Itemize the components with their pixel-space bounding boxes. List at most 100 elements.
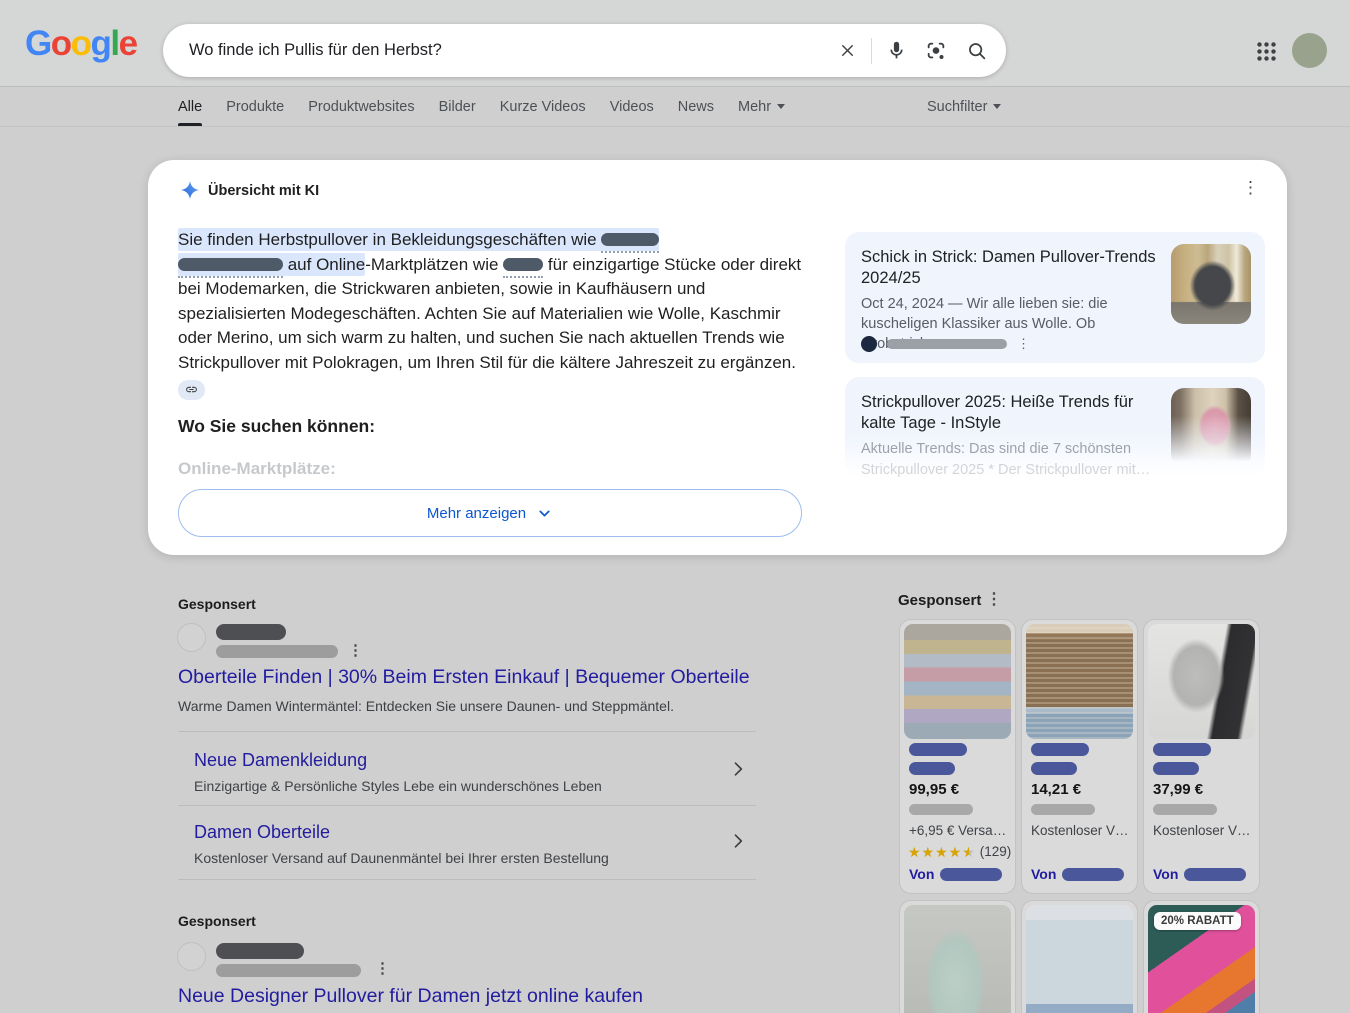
source-title[interactable]: Strickpullover 2025: Heiße Trends für ka…	[861, 392, 1161, 434]
product-vendor-row: Von	[1153, 866, 1246, 882]
ai-source-card[interactable]: Strickpullover 2025: Heiße Trends für ka…	[845, 377, 1265, 477]
redacted-merchant	[1031, 804, 1095, 815]
redacted-vendor	[940, 868, 1002, 881]
apps-grid-icon[interactable]	[1256, 41, 1277, 62]
advertiser-avatar	[177, 623, 206, 652]
product-rating: ★★★★★★★★★★ (129)	[908, 844, 1011, 859]
tab-bilder[interactable]: Bilder	[439, 87, 476, 126]
tab-mehr[interactable]: Mehr	[738, 87, 785, 126]
product-card[interactable]	[899, 900, 1016, 1013]
redacted-product-title	[1153, 762, 1199, 775]
sponsored-label: Gesponsert	[178, 913, 256, 929]
product-image	[904, 624, 1011, 739]
show-more-button[interactable]: Mehr anzeigen	[178, 489, 802, 537]
sitelink-description: Einzigartige & Persönliche Styles Lebe e…	[194, 778, 602, 794]
redacted-product-title	[1031, 743, 1089, 756]
product-image	[904, 905, 1011, 1013]
tab-label: Produktwebsites	[308, 99, 414, 115]
shipping-info: Kostenloser V…	[1153, 823, 1251, 838]
tab-videos[interactable]: Videos	[610, 87, 654, 126]
advertiser-avatar	[177, 942, 206, 971]
google-serp-page: Google Alle Produk	[0, 0, 1350, 1013]
tab-label: Bilder	[439, 99, 476, 115]
star-rating-icon: ★★★★★★★★★★	[908, 845, 976, 859]
logo-letter: o	[71, 26, 91, 61]
chevron-right-icon[interactable]	[728, 831, 748, 856]
tab-produktwebsites[interactable]: Produktwebsites	[308, 87, 414, 126]
product-price: 14,21 €	[1031, 781, 1081, 798]
more-options-icon[interactable]: ⋮	[986, 592, 1002, 608]
redacted-product-title	[1153, 743, 1211, 756]
lens-icon[interactable]	[916, 29, 956, 73]
redacted-advertiser-url	[216, 964, 361, 977]
logo-letter: g	[91, 26, 111, 61]
chevron-right-icon[interactable]	[728, 759, 748, 784]
ai-text-segment: auf Online	[283, 255, 365, 274]
more-options-icon[interactable]: ⋮	[1242, 178, 1259, 198]
ai-sparkle-icon	[180, 180, 200, 200]
tab-label: Produkte	[226, 99, 284, 115]
ai-source-card[interactable]: Schick in Strick: Damen Pullover-Trends …	[845, 232, 1265, 363]
divider	[178, 879, 756, 880]
source-link-icon[interactable]	[178, 380, 205, 400]
more-options-icon[interactable]: ⋮	[375, 961, 390, 976]
product-card[interactable]: 37,99 € Kostenloser V… Von	[1143, 619, 1260, 894]
ad-title-link[interactable]: Oberteile Finden | 30% Beim Ersten Einka…	[178, 666, 750, 689]
tab-news[interactable]: News	[678, 87, 714, 126]
highlighted-text[interactable]: auf Online	[178, 253, 365, 276]
source-favicon	[861, 336, 877, 352]
product-price: 99,95 €	[909, 781, 959, 798]
redacted-entity	[178, 255, 283, 278]
product-card[interactable]: 20% RABATT	[1143, 900, 1260, 1013]
redacted-advertiser-url	[216, 645, 338, 658]
source-snippet: Strickpullover 2025 * Der Strickpullover…	[861, 460, 1161, 480]
search-icon[interactable]	[956, 29, 996, 73]
ai-overview-paragraph: Sie finden Herbstpullover in Bekleidungs…	[178, 228, 803, 400]
from-label: Von	[1031, 866, 1056, 882]
redacted-vendor	[1184, 868, 1246, 881]
product-card[interactable]: 99,95 € +6,95 € Versa… ★★★★★★★★★★ (129) …	[899, 619, 1016, 894]
ai-text-segment: Sie finden Herbstpullover in Bekleidungs…	[178, 230, 601, 249]
product-card[interactable]	[1021, 900, 1138, 1013]
redacted-product-title	[909, 762, 955, 775]
divider	[178, 805, 756, 806]
source-title[interactable]: Schick in Strick: Damen Pullover-Trends …	[861, 247, 1161, 289]
logo-letter: G	[25, 26, 51, 61]
tab-suchfilter[interactable]: Suchfilter	[927, 87, 1001, 126]
sitelink-title[interactable]: Neue Damenkleidung	[194, 750, 367, 771]
chevron-down-icon	[777, 104, 785, 109]
ad-description: Warme Damen Wintermäntel: Entdecken Sie …	[178, 698, 674, 714]
product-card[interactable]: 14,21 € Kostenloser V… Von	[1021, 619, 1138, 894]
product-price: 37,99 €	[1153, 781, 1203, 798]
search-input[interactable]	[163, 24, 827, 77]
from-label: Von	[909, 866, 934, 882]
tab-kurze-videos[interactable]: Kurze Videos	[500, 87, 586, 126]
tab-label: Kurze Videos	[500, 99, 586, 115]
divider	[178, 731, 756, 732]
clear-icon[interactable]	[827, 29, 867, 73]
sponsored-label: Gesponsert	[178, 596, 256, 612]
product-grid-row: 99,95 € +6,95 € Versa… ★★★★★★★★★★ (129) …	[899, 619, 1260, 894]
ad-title-link[interactable]: Neue Designer Pullover für Damen jetzt o…	[178, 985, 643, 1008]
search-bar	[163, 24, 1006, 77]
tab-alle[interactable]: Alle	[178, 87, 202, 126]
source-snippet: Aktuelle Trends: Das sind die 7 schönste…	[861, 439, 1161, 459]
tab-label: Suchfilter	[927, 99, 987, 115]
more-options-icon[interactable]: ⋮	[1017, 336, 1030, 352]
account-avatar[interactable]	[1292, 33, 1327, 68]
discount-badge: 20% RABATT	[1154, 912, 1241, 930]
top-bar: Google	[0, 0, 1350, 87]
source-thumbnail[interactable]	[1171, 244, 1251, 324]
result-tabs: Alle Produkte Produktwebsites Bilder Kur…	[0, 87, 1350, 127]
sitelink-title[interactable]: Damen Oberteile	[194, 822, 330, 843]
tab-produkte[interactable]: Produkte	[226, 87, 284, 126]
product-vendor-row: Von	[909, 866, 1002, 882]
redacted-entity	[503, 255, 543, 278]
ai-overview-title: Übersicht mit KI	[208, 183, 319, 199]
more-options-icon[interactable]: ⋮	[348, 643, 363, 658]
highlighted-text[interactable]: Sie finden Herbstpullover in Bekleidungs…	[178, 228, 659, 251]
google-logo[interactable]: Google	[25, 26, 137, 61]
mic-icon[interactable]	[876, 29, 916, 73]
source-thumbnail[interactable]	[1171, 388, 1251, 468]
ai-faded-heading: Online-Marktplätze:	[178, 459, 336, 479]
